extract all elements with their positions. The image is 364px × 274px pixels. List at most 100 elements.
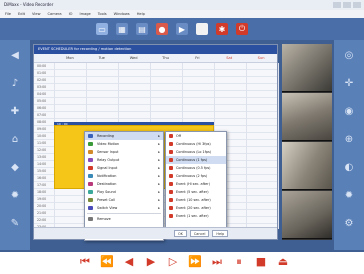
submenu-item[interactable]: Continuous (2 fps) (166, 172, 226, 180)
context-menu-item[interactable]: Switch View ▸ (85, 204, 163, 212)
record-icon[interactable]: ● (156, 23, 168, 35)
record-mode-icon (169, 134, 173, 138)
wrench-icon[interactable]: ✎ (9, 218, 21, 230)
maximize-button[interactable] (343, 2, 351, 8)
last-icon[interactable]: ⏭ (210, 254, 224, 270)
window-title: DiMaxx - Video Recorder (4, 2, 54, 7)
preset-icon[interactable]: ✹ (343, 190, 355, 202)
time-row: 05:00 (34, 98, 277, 105)
globe-icon[interactable]: ◎ (343, 50, 355, 62)
day-sun: Sun (257, 56, 265, 60)
speaker-icon[interactable]: ◀ (9, 50, 21, 62)
submenu-item-label: Event (5 sec. after) (176, 190, 209, 194)
context-menu-item[interactable]: Recording ▸ (85, 132, 163, 140)
alarm-icon[interactable] (196, 23, 208, 35)
context-menu-item[interactable]: Relay Output ▸ (85, 156, 163, 164)
play-icon[interactable]: ▶ (144, 254, 158, 270)
context-menu-item[interactable]: Sensor Input ▸ (85, 148, 163, 156)
menu-item-icon (88, 166, 93, 170)
settings-icon[interactable]: ⚙ (343, 218, 355, 230)
menu-item-windows[interactable]: Windows (114, 10, 130, 18)
first-icon[interactable]: ⏮ (78, 254, 92, 270)
submenu-item-label: Event (20 sec. after) (176, 206, 211, 210)
context-menu-item[interactable]: Signal Input ▸ (85, 164, 163, 172)
layout-icon[interactable]: ▦ (116, 23, 128, 35)
day-tue: Tue (98, 56, 105, 60)
grid-icon[interactable]: ▤ (136, 23, 148, 35)
context-menu-item[interactable]: Preset Call ▸ (85, 196, 163, 204)
submenu-arrow-icon: ▸ (158, 166, 160, 170)
day-header: Mon Tue Wed Thu Fri Sat Sun (34, 54, 277, 63)
menu-item-io[interactable]: IO (69, 10, 73, 18)
prev-icon[interactable]: ◀ (122, 254, 136, 270)
right-side-panel: ◎ ✛ ◉ ⊕ ◐ ✹ ⚙ (334, 40, 364, 250)
ok-button[interactable]: OK (174, 230, 187, 237)
record-mode-icon (169, 214, 173, 218)
context-menu-item[interactable]: Remove (85, 215, 163, 223)
playback-icon[interactable]: ▶ (176, 23, 188, 35)
menu-item-label: Relay Output (97, 158, 120, 162)
submenu-item[interactable]: Event (5 sec. after) (166, 188, 226, 196)
stop-icon[interactable]: ■ (254, 254, 268, 270)
gear-icon[interactable]: ✹ (9, 190, 21, 202)
joystick-icon[interactable]: ✛ (343, 78, 355, 90)
pause-icon[interactable]: ⏸ (232, 254, 246, 270)
grid-column-line (246, 63, 247, 229)
menu-item-icon (88, 158, 93, 162)
menu-item-camera[interactable]: Camera (48, 10, 62, 18)
help-button[interactable]: Help (212, 230, 229, 237)
submenu-item[interactable]: Event (10 sec. after) (166, 196, 226, 204)
submenu-item[interactable]: Off (166, 132, 226, 140)
grid-column-line (278, 63, 279, 229)
menu-item-view[interactable]: View (32, 10, 41, 18)
camera-view-1[interactable] (282, 44, 332, 92)
settings-icon[interactable]: ✱ (216, 23, 228, 35)
submenu-arrow-icon: ▸ (158, 198, 160, 202)
submenu-item[interactable]: Event (Hi sec. after) (166, 180, 226, 188)
submenu-item[interactable]: Event (20 sec. after) (166, 204, 226, 212)
next-icon[interactable]: ▷ (166, 254, 180, 270)
minimize-button[interactable] (333, 2, 341, 8)
menu-item-file[interactable]: File (5, 10, 11, 18)
menu-item-image[interactable]: Image (80, 10, 91, 18)
eject-icon[interactable]: ⏏ (276, 254, 290, 270)
context-menu-item[interactable]: Destination ▸ (85, 180, 163, 188)
forward-icon[interactable]: ⏩ (188, 254, 202, 270)
scheduler-panel: EVENT SCHEDULER for recording / motion d… (33, 44, 279, 241)
context-menu-item[interactable]: Notification ▸ (85, 172, 163, 180)
camera-view-3[interactable] (282, 142, 332, 190)
iris-icon[interactable]: ◐ (343, 162, 355, 174)
rewind-icon[interactable]: ⏪ (100, 254, 114, 270)
menu-item-label: Notification (97, 174, 117, 178)
record-mode-icon (169, 166, 173, 170)
context-menu-item[interactable]: Video Motion ▸ (85, 140, 163, 148)
menu-item-label: Signal Input (97, 166, 118, 170)
alarm-icon[interactable]: ◆ (9, 162, 21, 174)
submenu-item[interactable]: Continuous (1 fps) (166, 156, 226, 164)
zoom-icon[interactable]: ⊕ (343, 134, 355, 146)
app-window: DiMaxx - Video Recorder File Edit View Came… (0, 0, 364, 274)
exit-icon[interactable]: ⏻ (236, 23, 248, 35)
menu-item-edit[interactable]: Edit (18, 10, 25, 18)
menu-item-icon (88, 198, 93, 202)
tools-icon[interactable]: ✚ (9, 106, 21, 118)
microphone-icon[interactable]: ♪ (9, 78, 21, 90)
submenu-item[interactable]: Event (1 sec. after) (166, 212, 226, 220)
menu-item-label: Sensor Input (97, 150, 119, 154)
close-button[interactable] (353, 2, 361, 8)
context-menu-item[interactable]: Play Sound ▸ (85, 188, 163, 196)
submenu-item[interactable]: Continuous (Hi 3fps) (166, 140, 226, 148)
camera-view-4[interactable] (282, 191, 332, 239)
menu-item-tools[interactable]: Tools (98, 10, 107, 18)
submenu-item[interactable]: Continuous (0.5 fps) (166, 164, 226, 172)
main-toolbar: ▭ ▦ ▤ ● ▶ ✱ ⏻ (0, 18, 364, 40)
menu-item-label: Preset Call (97, 198, 115, 202)
menu-item-help[interactable]: Help (137, 10, 145, 18)
cancel-button[interactable]: Cancel (189, 230, 210, 237)
monitor-icon[interactable]: ▭ (96, 23, 108, 35)
submenu-arrow-icon: ▸ (158, 158, 160, 162)
submenu-item[interactable]: Continuous (Lo 1fps) (166, 148, 226, 156)
camera-view-2[interactable] (282, 93, 332, 141)
lock-icon[interactable]: ⌂ (9, 134, 21, 146)
focus-icon[interactable]: ◉ (343, 106, 355, 118)
